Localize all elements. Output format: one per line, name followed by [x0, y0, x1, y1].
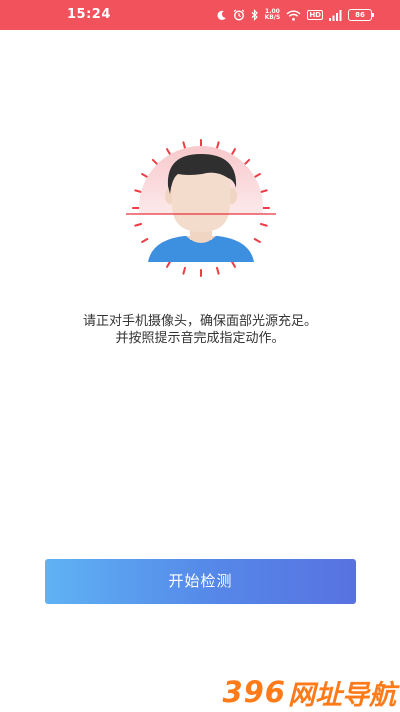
- signal-icon: [329, 9, 342, 21]
- face-scan-illustration: [106, 138, 296, 278]
- hd-icon: HD: [307, 10, 323, 20]
- wifi-icon: [286, 10, 301, 21]
- watermark-text: 网址导航: [288, 679, 396, 711]
- start-detection-button[interactable]: 开始检测: [45, 559, 356, 604]
- network-speed-unit: KB/S: [264, 14, 281, 21]
- status-icons: 1.00 KB/S HD 86: [216, 8, 374, 22]
- instruction-line-2: 并按照提示音完成指定动作。: [115, 331, 285, 346]
- status-time: 15:24: [67, 7, 111, 22]
- instruction-line-1: 请正对手机摄像头，确保面部光源充足。: [82, 314, 317, 329]
- status-bar: 15:24 1.00 KB/S HD 86: [0, 0, 400, 30]
- watermark-logo: 396 网址导航: [222, 675, 396, 711]
- battery-icon: 86: [348, 9, 374, 21]
- watermark-digits: 396: [222, 675, 286, 709]
- alarm-icon: [233, 9, 245, 21]
- network-speed: 1.00 KB/S: [265, 9, 281, 21]
- moon-icon: [216, 10, 227, 21]
- bluetooth-icon: [251, 9, 259, 21]
